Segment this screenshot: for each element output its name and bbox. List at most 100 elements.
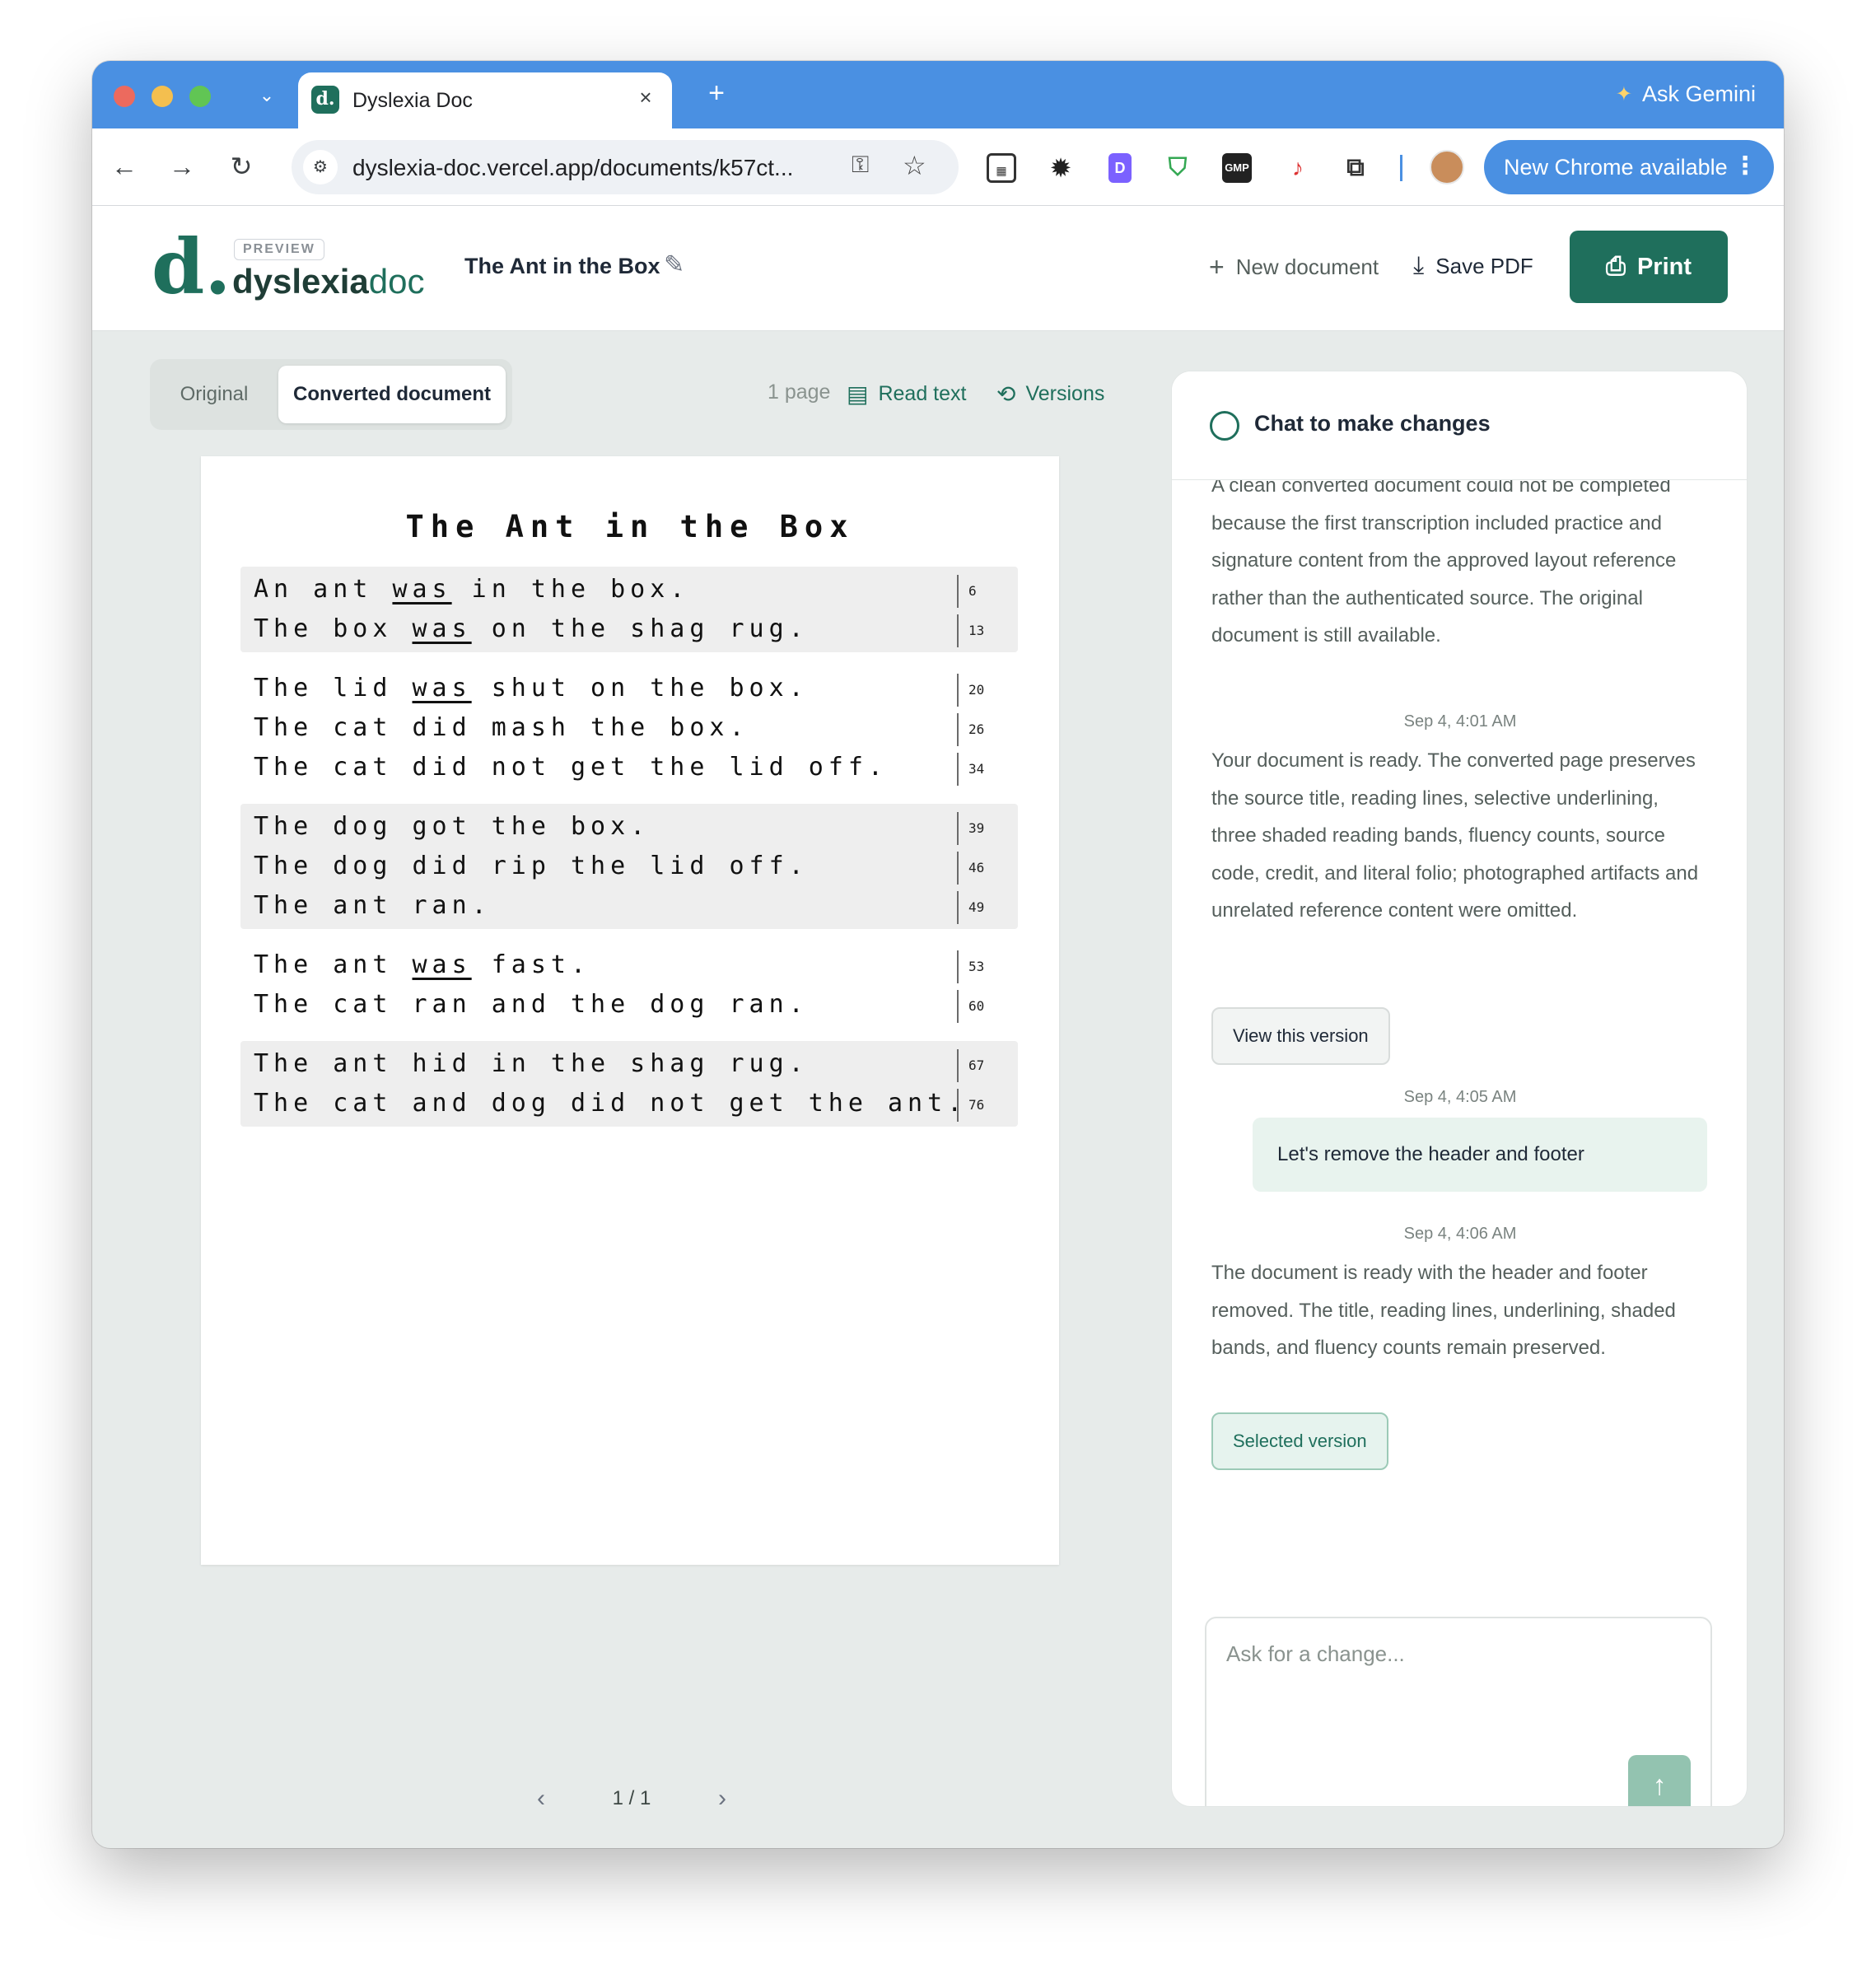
reading-line-text: The box was on the shag rug. [254,614,809,643]
gemini-icon: ✦ [1615,82,1632,105]
fluency-count: 46 [957,852,1006,885]
reading-band: The lid was shut on the box. 20 The cat di… [240,665,1018,791]
reading-line: The cat did mash the box. 26 [240,708,1018,748]
reading-line: The ant hid in the shag rug. 67 [240,1044,1018,1084]
read-text-label: Read text [878,382,967,405]
underlined-word: was [412,950,472,979]
chat-messages[interactable]: A clean converted document could not be … [1172,480,1747,1485]
chat-input-placeholder[interactable]: Ask for a change... [1226,1641,1405,1667]
reading-line-text: The lid was shut on the box. [254,674,809,703]
reading-line-text: The cat did not get the lid off. [254,753,888,782]
document-icon: ▤ [847,381,869,407]
qr-code-extension-icon[interactable]: ▦ [987,153,1016,183]
line-segment: The ant hid in the shag rug. [254,1049,809,1078]
address-bar[interactable]: ⚙ dyslexia-doc.vercel.app/documents/k57c… [292,140,959,194]
browser-tab[interactable]: d. Dyslexia Doc × [298,72,672,128]
line-segment: fast. [471,950,591,979]
shield-extension-icon[interactable]: ⛉ [1163,153,1192,183]
versions-button[interactable]: ⟲ Versions [996,380,1104,408]
page-indicator: 1 / 1 [612,1787,651,1809]
close-window-button[interactable] [114,86,135,107]
pencil-edit-icon[interactable]: ✎ [664,250,684,279]
close-icon[interactable]: × [632,84,659,110]
line-segment: in the box. [451,575,690,604]
message-timestamp: Sep 4, 4:05 AM [1403,1088,1517,1106]
line-segment: The cat did mash the box. [254,713,749,742]
ask-gemini-button[interactable]: ✦ Ask Gemini [1616,79,1756,109]
key-icon[interactable]: ⚿ [852,152,869,179]
sun-extension-icon[interactable]: ✹ [1046,153,1076,183]
assistant-message: Your document is ready. The converted pa… [1211,749,1699,922]
fluency-count: 6 [957,575,1006,608]
fluency-count: 20 [957,674,1006,707]
wordmark-light: doc [368,262,425,301]
reading-line: The dog did rip the lid off. 46 [240,847,1018,886]
read-text-button[interactable]: ▤ Read text [847,380,966,408]
view-toggle: Original Converted document [150,359,512,430]
logo-mark[interactable]: d. [152,229,231,305]
line-segment: The cat ran and the dog ran. [254,990,809,1019]
versions-label: Versions [1025,382,1105,405]
profile-avatar[interactable] [1430,150,1464,184]
forward-arrow-icon[interactable]: → [163,148,201,186]
kebab-menu-icon[interactable]: ⋮ [1733,152,1757,180]
extensions-puzzle-icon[interactable]: ⧉ [1341,153,1370,183]
page-count: 1 page [768,380,831,404]
tab-favicon-icon: d. [311,86,339,114]
send-arrow-icon[interactable]: ↑ [1628,1755,1691,1806]
line-segment: shut on the box. [471,674,809,703]
new-chrome-available-button[interactable]: New Chrome available ⋮ [1484,140,1774,194]
chat-input[interactable]: Ask for a change... ↑ [1205,1617,1712,1806]
line-segment: The ant ran. [254,891,492,920]
back-arrow-icon[interactable]: ← [105,148,143,186]
underlined-word: was [412,614,472,643]
fluency-count: 76 [957,1089,1006,1122]
gmp-extension-icon[interactable]: GMP [1222,153,1252,183]
line-segment: The dog got the box. [254,812,651,841]
shaded-reading-band: An ant was in the box. 6 The box was on th… [240,567,1018,652]
tab-original[interactable]: Original [150,359,278,430]
reading-line: The box was on the shag rug. 13 [240,609,1018,649]
message-timestamp: Sep 4, 4:01 AM [1403,712,1517,731]
maximize-window-button[interactable] [189,86,211,107]
shaded-reading-band: The ant hid in the shag rug. 67 The cat an… [240,1041,1018,1127]
reading-line-text: The cat and dog did not get the ant. [254,1089,967,1118]
logo-wordmark[interactable]: dyslexiadoc [232,262,425,301]
new-tab-button[interactable]: + [700,77,733,110]
save-pdf-button[interactable]: ⤓ Save PDF [1413,252,1533,280]
user-message: Let's remove the header and footer [1253,1118,1707,1192]
d-extension-icon[interactable]: D [1108,153,1132,183]
fluency-count: 60 [957,990,1006,1023]
bookmark-star-icon[interactable]: ☆ [903,150,926,181]
selected-version-button[interactable]: Selected version [1211,1412,1388,1470]
chevron-down-icon[interactable]: ⌄ [252,81,282,110]
music-extension-icon[interactable]: ♪ [1283,153,1313,183]
document-title: The Ant in the Box [464,254,660,278]
new-document-button[interactable]: + New document [1209,252,1379,282]
reading-line-text: The cat did mash the box. [254,713,749,742]
tab-converted-document[interactable]: Converted document [278,366,506,423]
reading-line-text: The ant hid in the shag rug. [254,1049,809,1078]
line-segment: The cat and dog did not get the ant. [254,1089,968,1118]
reading-line-text: An ant was in the box. [254,575,689,604]
underlined-word: was [392,575,452,604]
fluency-count: 53 [957,950,1006,983]
view-this-version-button[interactable]: View this version [1211,1007,1390,1065]
shaded-reading-band: The dog got the box. 39 The dog did rip th… [240,804,1018,929]
reading-line-text: The cat ran and the dog ran. [254,990,809,1019]
print-button[interactable]: ⎙ Print [1570,231,1728,303]
line-segment: An ant [254,575,393,604]
reload-icon[interactable]: ↻ [222,148,260,186]
line-segment: The cat did not get the lid off. [254,753,888,782]
url-text[interactable]: dyslexia-doc.vercel.app/documents/k57ct.… [352,155,793,181]
reading-line: The cat did not get the lid off. 34 [240,748,1018,787]
minimize-window-button[interactable] [152,86,173,107]
tab-title: Dyslexia Doc [352,89,473,112]
wordmark-bold: dyslexia [232,262,369,301]
fluency-count: 67 [957,1049,1006,1082]
save-pdf-label: Save PDF [1435,253,1533,278]
chevron-right-icon[interactable]: › [718,1785,726,1813]
line-segment: The ant [254,950,413,979]
chevron-left-icon[interactable]: ‹ [537,1785,545,1813]
site-settings-icon[interactable]: ⚙ [303,150,338,184]
